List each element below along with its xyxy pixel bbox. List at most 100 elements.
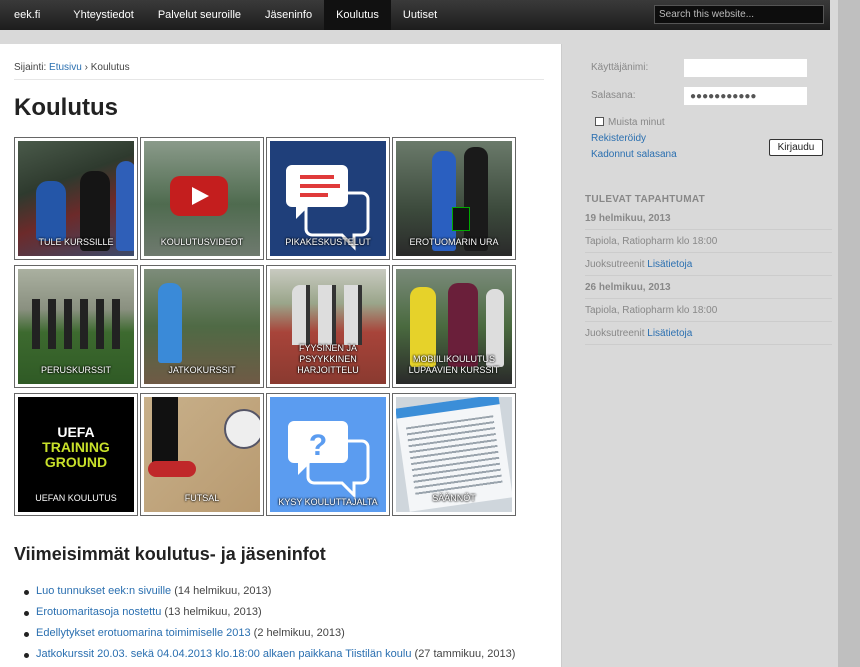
list-item: Edellytykset erotuomarina toimimiselle 2…	[23, 627, 515, 648]
search-input[interactable]	[654, 5, 824, 24]
news-link[interactable]: Luo tunnukset eek:n sivuille	[36, 585, 171, 597]
breadcrumb-prefix: Sijainti:	[14, 62, 47, 73]
event-date: 26 helmikuu, 2013	[585, 282, 832, 299]
ball-icon	[224, 409, 260, 449]
tile-koulutusvideot[interactable]: KOULUTUSVIDEOT	[140, 137, 264, 260]
tile-image: ? KYSY KOULUTTAJALTA	[270, 397, 386, 512]
username-label: Käyttäjänimi:	[591, 62, 649, 73]
news-date: (27 tammikuu, 2013)	[414, 648, 516, 660]
breadcrumb-current: Koulutus	[90, 62, 130, 73]
tile-label: FYYSINEN JA PSYYKKINEN HARJOITTELU	[297, 343, 359, 375]
tile-image: MOBIILIKOULUTUS LUPAAVIEN KURSSIT	[396, 269, 512, 384]
breadcrumb-separator: ›	[84, 62, 88, 73]
top-navigation: eek.fi Yhteystiedot Palvelut seuroille J…	[0, 0, 830, 30]
main-content: Sijainti: Etusivu › Koulutus Koulutus TU…	[0, 44, 562, 667]
tile-peruskurssit[interactable]: PERUSKURSSIT	[14, 265, 138, 388]
event-place: Tapiola, Ratiopharm klo 18:00	[585, 236, 832, 253]
tile-image: JATKOKURSSIT	[144, 269, 260, 384]
nav-item-uutiset[interactable]: Uutiset	[391, 0, 449, 30]
referee-figure	[158, 283, 182, 363]
question-bubble-icon: ?	[288, 421, 370, 499]
tile-label: JATKOKURSSIT	[168, 365, 236, 375]
tile-label: PERUSKURSSIT	[40, 365, 111, 375]
tile-erotuomarin-ura[interactable]: EROTUOMARIN URA	[392, 137, 516, 260]
password-label: Salasana:	[591, 90, 636, 101]
event-place: Tapiola, Ratiopharm klo 18:00	[585, 305, 832, 322]
page-edge	[838, 0, 860, 667]
tile-image: TULE KURSSILLE	[18, 141, 134, 256]
tile-label: TULE KURSSILLE	[38, 237, 114, 247]
tile-label: EROTUOMARIN URA	[409, 237, 499, 247]
latest-news-title: Viimeisimmät koulutus- ja jäseninfot	[14, 544, 326, 564]
shoe-figure	[148, 461, 196, 477]
uefa-logo-line: UEFA	[57, 424, 95, 440]
uefa-logo-line: TRAINING	[42, 439, 110, 455]
tile-grid: TULE KURSSILLE KOULUTUSVIDEOT PIKAKESKUS…	[14, 137, 518, 516]
news-date: (13 helmikuu, 2013)	[164, 606, 262, 618]
tile-label: PIKAKESKUSTELUT	[285, 237, 371, 247]
news-date: (2 helmikuu, 2013)	[253, 627, 345, 639]
nav-item-home[interactable]: eek.fi	[0, 0, 61, 30]
event-name: Juoksutreenit	[585, 328, 645, 339]
referee-figure	[464, 147, 488, 251]
login-button[interactable]: Kirjaudu	[769, 139, 823, 156]
uefa-logo: UEFA TRAINING GROUND	[18, 425, 134, 470]
register-link[interactable]: Rekisteröidy	[591, 133, 646, 144]
tile-image: PERUSKURSSIT	[18, 269, 134, 384]
username-input[interactable]	[684, 59, 807, 77]
tile-jatkokurssit[interactable]: JATKOKURSSIT	[140, 265, 264, 388]
tile-fyysinen-harjoittelu[interactable]: FYYSINEN JA PSYYKKINEN HARJOITTELU	[266, 265, 390, 388]
tile-saannot[interactable]: SÄÄNNÖT	[392, 393, 516, 516]
event-date: 19 helmikuu, 2013	[585, 213, 832, 230]
tile-futsal[interactable]: FUTSAL	[140, 393, 264, 516]
tile-label: MOBIILIKOULUTUS LUPAAVIEN KURSSIT	[408, 354, 500, 375]
group-figures	[292, 285, 368, 345]
nav-item-koulutus[interactable]: Koulutus	[324, 0, 391, 30]
latest-news-list: Luo tunnukset eek:n sivuille (14 helmiku…	[23, 585, 516, 667]
news-link[interactable]: Erotuomaritasoja nostettu	[36, 606, 161, 618]
tile-image: UEFA TRAINING GROUND UEFAN KOULUTUS	[18, 397, 134, 512]
remember-checkbox[interactable]	[595, 117, 604, 126]
leg-figure	[152, 397, 178, 467]
uefa-logo-line: GROUND	[44, 454, 108, 470]
player-figure	[36, 181, 66, 241]
play-button-icon	[170, 176, 228, 216]
remember-label: Muista minut	[608, 117, 665, 128]
tile-label: UEFAN KOULUTUS	[35, 493, 117, 503]
breadcrumb: Sijainti: Etusivu › Koulutus	[14, 62, 544, 80]
event-more-link[interactable]: Lisätietoja	[647, 328, 692, 339]
nav-item-palvelut-seuroille[interactable]: Palvelut seuroille	[146, 0, 253, 30]
list-item: Jatkokurssit 20.03. sekä 04.04.2013 klo.…	[23, 648, 516, 667]
event-item: Juoksutreenit Lisätietoja	[585, 259, 832, 276]
event-item: Juoksutreenit Lisätietoja	[585, 328, 832, 345]
tile-label: FUTSAL	[184, 493, 220, 503]
tile-image: FYYSINEN JA PSYYKKINEN HARJOITTELU	[270, 269, 386, 384]
tile-kysy-kouluttajalta[interactable]: ? KYSY KOULUTTAJALTA	[266, 393, 390, 516]
tile-image: KOULUTUSVIDEOT	[144, 141, 260, 256]
events-title: TULEVAT TAPAHTUMAT	[585, 194, 706, 205]
svg-text:?: ?	[309, 429, 327, 462]
news-link[interactable]: Jatkokurssit 20.03. sekä 04.04.2013 klo.…	[36, 648, 411, 660]
tile-mobiilikoulutus[interactable]: MOBIILIKOULUTUS LUPAAVIEN KURSSIT	[392, 265, 516, 388]
news-link[interactable]: Edellytykset erotuomarina toimimiselle 2…	[36, 627, 251, 639]
tile-tule-kursille[interactable]: TULE KURSSILLE	[14, 137, 138, 260]
tile-image: SÄÄNNÖT	[396, 397, 512, 512]
password-input[interactable]	[684, 87, 807, 105]
tile-label: KYSY KOULUTTAJALTA	[278, 497, 378, 507]
event-more-link[interactable]: Lisätietoja	[647, 259, 692, 270]
nav-item-yhteystiedot[interactable]: Yhteystiedot	[61, 0, 146, 30]
breadcrumb-home-link[interactable]: Etusivu	[49, 62, 82, 73]
nav-item-jaseninfo[interactable]: Jäseninfo	[253, 0, 324, 30]
list-item: Erotuomaritasoja nostettu (13 helmikuu, …	[23, 606, 515, 627]
tile-pikakeskustelut[interactable]: PIKAKESKUSTELUT	[266, 137, 390, 260]
page-title: Koulutus	[14, 94, 118, 121]
tile-label: SÄÄNNÖT	[432, 493, 476, 503]
tile-image: FUTSAL	[144, 397, 260, 512]
tile-uefan-koulutus[interactable]: UEFA TRAINING GROUND UEFAN KOULUTUS	[14, 393, 138, 516]
event-name: Juoksutreenit	[585, 259, 645, 270]
news-date: (14 helmikuu, 2013)	[174, 585, 272, 597]
lost-password-link[interactable]: Kadonnut salasana	[591, 149, 677, 160]
tile-label: KOULUTUSVIDEOT	[160, 237, 244, 247]
list-item: Luo tunnukset eek:n sivuille (14 helmiku…	[23, 585, 515, 606]
tile-image: PIKAKESKUSTELUT	[270, 141, 386, 256]
